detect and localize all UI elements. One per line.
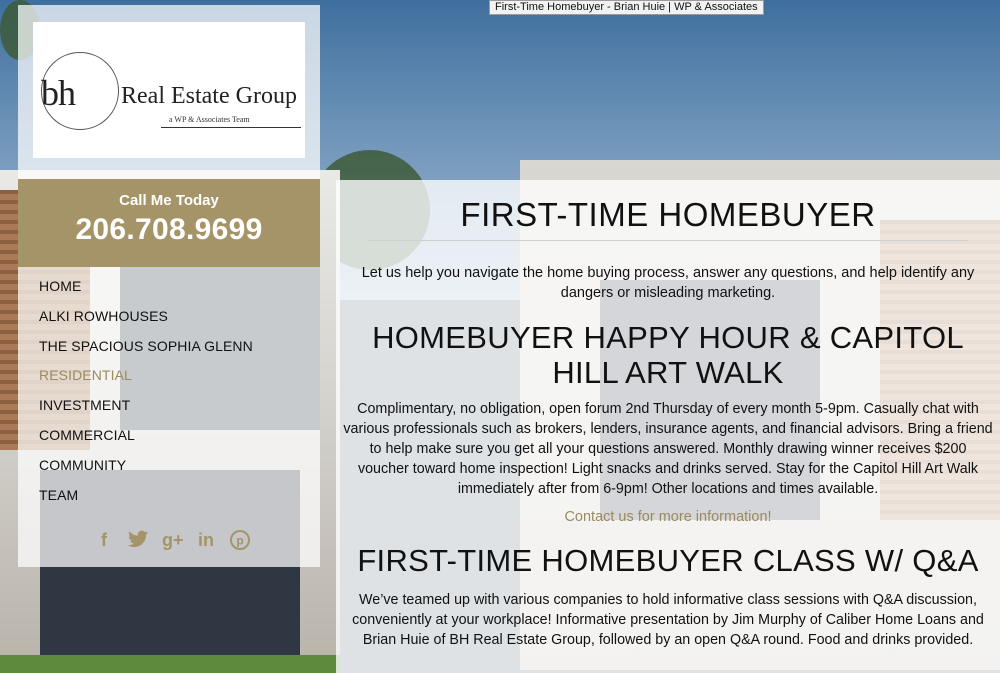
nav-item-home[interactable]: HOME <box>39 269 299 299</box>
section-heading-happy-hour: HOMEBUYER HAPPY HOUR & CAPITOL HILL ART … <box>372 320 964 390</box>
twitter-bird-glyph <box>128 530 148 547</box>
pinterest-glyph: p <box>230 530 250 550</box>
section-body-happy-hour: Complimentary, no obligation, open forum… <box>343 401 993 497</box>
logo[interactable]: bh Real Estate Group a WP & Associates T… <box>33 22 305 158</box>
nav-item-alki-rowhouses[interactable]: ALKI ROWHOUSES <box>39 299 299 329</box>
pinterest-icon[interactable]: p <box>230 530 250 550</box>
title-divider <box>368 240 968 241</box>
section-heading-class: FIRST-TIME HOMEBUYER CLASS W/ Q&A <box>357 543 979 578</box>
main-nav: HOME ALKI ROWHOUSES THE SPACIOUS SOPHIA … <box>39 269 299 507</box>
sidebar: bh Real Estate Group a WP & Associates T… <box>18 5 320 567</box>
section-body-class: We’ve teamed up with various companies t… <box>352 592 984 648</box>
contact-link[interactable]: Contact us for more information! <box>336 509 1000 525</box>
nav-item-residential[interactable]: RESIDENTIAL <box>39 358 299 388</box>
facebook-icon[interactable]: f <box>94 530 114 550</box>
nav-item-commercial[interactable]: COMMERCIAL <box>39 418 299 448</box>
logo-monogram: bh <box>41 73 76 113</box>
logo-name: Real Estate Group <box>121 83 297 109</box>
call-label: Call Me Today <box>119 192 219 209</box>
svg-text:p: p <box>236 534 243 548</box>
social-links: f g+ in p <box>94 530 250 550</box>
logo-divider <box>161 127 301 128</box>
page-title: FIRST-TIME HOMEBUYER <box>460 196 876 233</box>
linkedin-icon[interactable]: in <box>196 530 216 550</box>
phone-number-link[interactable]: 206.708.9699 <box>18 213 320 247</box>
call-box: Call Me Today 206.708.9699 <box>18 179 320 267</box>
nav-item-team[interactable]: TEAM <box>39 478 299 508</box>
intro-text: Let us help you navigate the home buying… <box>361 265 975 301</box>
main-content: FIRST-TIME HOMEBUYER Let us help you nav… <box>336 180 1000 673</box>
window-title-tooltip: First-Time Homebuyer - Brian Huie | WP &… <box>489 0 764 15</box>
logo-tagline: a WP & Associates Team <box>169 115 250 124</box>
twitter-icon[interactable] <box>128 530 148 550</box>
nav-item-community[interactable]: COMMUNITY <box>39 448 299 478</box>
background-grass <box>0 655 340 673</box>
nav-item-investment[interactable]: INVESTMENT <box>39 388 299 418</box>
nav-item-spacious-sophia-glenn[interactable]: THE SPACIOUS SOPHIA GLENN <box>39 329 299 359</box>
google-plus-icon[interactable]: g+ <box>162 530 184 550</box>
